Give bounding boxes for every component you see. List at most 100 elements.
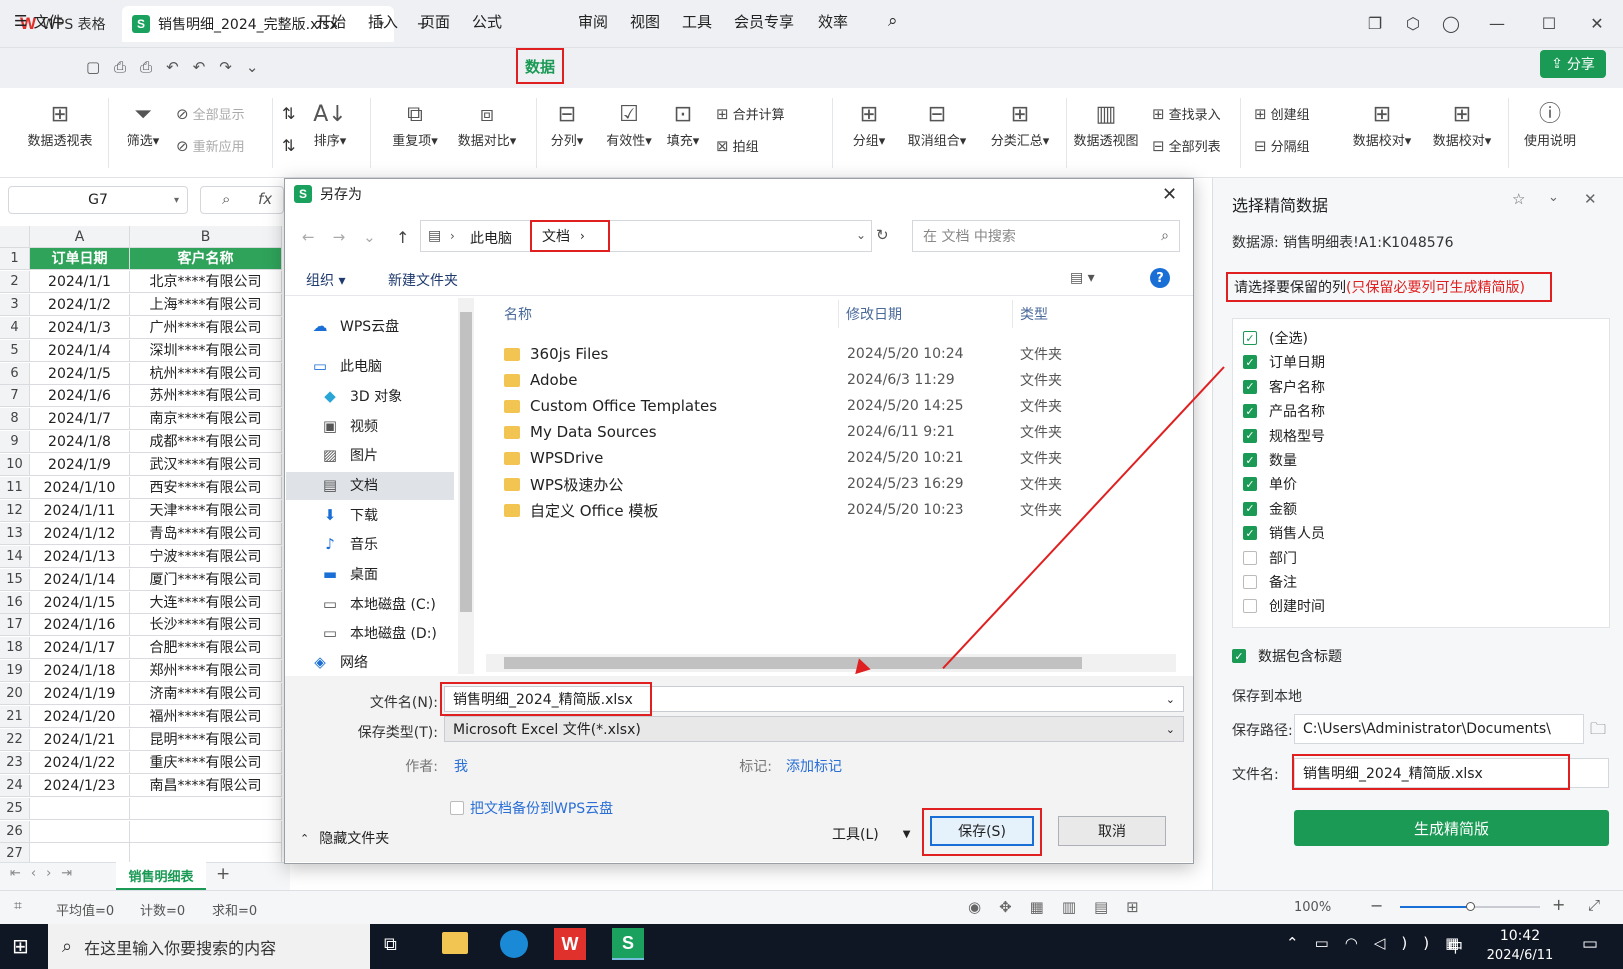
date-cell[interactable]: 2024/1/11: [30, 499, 130, 522]
new-folder-button[interactable]: 新建文件夹: [388, 270, 458, 290]
menu-insert[interactable]: 插入: [364, 8, 402, 34]
taskbar-search[interactable]: ⌕ 在这里输入你要搜索的内容: [48, 924, 370, 969]
row-header[interactable]: 7: [0, 385, 30, 408]
clock-date[interactable]: 2024/6/11: [1478, 948, 1562, 963]
customer-cell[interactable]: 成都****有限公司: [130, 431, 282, 454]
file-explorer-icon[interactable]: [442, 932, 468, 954]
wps-app-icon[interactable]: W: [554, 928, 586, 960]
date-cell[interactable]: 2024/1/21: [30, 728, 130, 751]
breadcrumb-this-pc[interactable]: 此电脑: [470, 228, 512, 248]
column-checkbox[interactable]: ✓ 金额: [1243, 497, 1297, 521]
folder-open-icon[interactable]: 🗀: [1590, 718, 1606, 745]
customer-cell[interactable]: 济南****有限公司: [130, 683, 282, 706]
customer-cell[interactable]: 北京****有限公司: [130, 270, 282, 293]
pivot-chart-button[interactable]: ▥ 数据透视图: [1070, 100, 1142, 149]
column-checkbox[interactable]: ✓ 订单日期: [1243, 350, 1325, 374]
tray-icons[interactable]: ⌃▭◠◁))▦: [1286, 934, 1475, 952]
nav-item[interactable]: ▤ 文档: [320, 471, 378, 499]
menu-tools[interactable]: 工具: [678, 8, 716, 34]
refresh-icon[interactable]: ↻: [876, 226, 889, 244]
row-header[interactable]: 11: [0, 477, 30, 499]
customer-cell[interactable]: 福州****有限公司: [130, 706, 282, 728]
ime-indicator[interactable]: 中: [1448, 936, 1463, 957]
date-cell[interactable]: 2024/1/13: [30, 545, 130, 568]
maximize-icon[interactable]: ☐: [1536, 10, 1562, 36]
date-cell[interactable]: 2024/1/5: [30, 362, 130, 385]
row-header[interactable]: 25: [0, 797, 30, 820]
menu-efficiency[interactable]: 效率: [814, 8, 852, 34]
search-icon[interactable]: ⌕: [884, 8, 902, 34]
split-group-button[interactable]: ⊟ 分隔组: [1254, 136, 1310, 156]
file-row[interactable]: WPSDrive 2024/5/20 10:21 文件夹: [504, 445, 1160, 471]
cube-icon[interactable]: ⬡: [1400, 10, 1426, 36]
dialog-close-icon[interactable]: ✕: [1162, 184, 1177, 205]
column-checkbox[interactable]: 备注: [1243, 570, 1297, 594]
row-header[interactable]: 18: [0, 637, 30, 660]
nav-back-forward-icons[interactable]: ←→⌄: [302, 228, 394, 246]
sort-button[interactable]: A↓ 排序▾: [306, 100, 354, 149]
dialog-search-input[interactable]: 在 文档 中搜索 ⌕: [912, 220, 1180, 252]
quick-access-icons[interactable]: ▢⎙⎙↶↶↷⌄: [86, 58, 272, 76]
column-checkbox[interactable]: ✓ (全选): [1243, 326, 1308, 350]
file-row[interactable]: Custom Office Templates 2024/5/20 14:25 文件…: [504, 393, 1160, 419]
pin-icon[interactable]: ☆: [1512, 190, 1525, 208]
notification-icon[interactable]: ▭: [1582, 934, 1598, 954]
row-header[interactable]: 17: [0, 614, 30, 637]
tools-dropdown[interactable]: 工具(L) ▼: [832, 824, 910, 844]
customer-cell[interactable]: 郑州****有限公司: [130, 660, 282, 683]
hide-folders-toggle[interactable]: ⌃ 隐藏文件夹: [300, 828, 389, 848]
nav-item[interactable]: ▣ 视频: [320, 412, 378, 440]
customer-cell[interactable]: 重庆****有限公司: [130, 751, 282, 774]
windows-start-icon[interactable]: ⊞: [12, 934, 29, 958]
minimize-icon[interactable]: —: [1484, 10, 1510, 36]
row-header[interactable]: 15: [0, 568, 30, 591]
row-header[interactable]: 2: [0, 270, 30, 293]
sheet-tab-sales[interactable]: 销售明细表: [116, 862, 206, 890]
wps-sheet-app-icon[interactable]: S: [612, 928, 644, 960]
show-all-button[interactable]: ⊘ 全部显示: [176, 104, 245, 124]
merge-calc-button[interactable]: ⊞ 合并计算: [716, 104, 785, 124]
date-cell[interactable]: 2024/1/9: [30, 454, 130, 477]
column-checkbox[interactable]: ✓ 客户名称: [1243, 375, 1325, 399]
column-checkbox[interactable]: ✓ 销售人员: [1243, 521, 1325, 545]
date-cell[interactable]: 2024/1/12: [30, 522, 130, 545]
generate-slim-button[interactable]: 生成精简版: [1294, 810, 1609, 846]
date-cell[interactable]: 2024/1/18: [30, 660, 130, 683]
empty-cell[interactable]: [130, 820, 282, 843]
menu-view[interactable]: 视图: [626, 8, 664, 34]
col-name-header[interactable]: 名称: [504, 304, 532, 324]
column-checkbox[interactable]: 创建时间: [1243, 594, 1325, 618]
cancel-button[interactable]: 取消: [1058, 816, 1166, 846]
author-value[interactable]: 我: [454, 756, 468, 776]
row-header[interactable]: 20: [0, 683, 30, 706]
customer-cell[interactable]: 南京****有限公司: [130, 408, 282, 431]
date-cell[interactable]: 2024/1/22: [30, 751, 130, 774]
column-checkbox[interactable]: 部门: [1243, 546, 1297, 570]
view-options-icon[interactable]: ▤ ▾: [1070, 270, 1095, 286]
date-cell[interactable]: 2024/1/4: [30, 339, 130, 362]
date-cell[interactable]: 2024/1/8: [30, 431, 130, 454]
date-cell[interactable]: 2024/1/6: [30, 385, 130, 408]
add-tag-link[interactable]: 添加标记: [786, 756, 842, 776]
nav-item[interactable]: ▨ 图片: [320, 441, 378, 469]
zoom-slider-handle[interactable]: [1466, 902, 1475, 911]
customer-cell[interactable]: 杭州****有限公司: [130, 362, 282, 385]
header-cell[interactable]: 订单日期: [30, 248, 130, 270]
date-cell[interactable]: 2024/1/7: [30, 408, 130, 431]
file-row[interactable]: 360js Files 2024/5/20 10:24 文件夹: [504, 341, 1160, 367]
zoom-search-icon[interactable]: ⌕: [222, 190, 230, 208]
customer-cell[interactable]: 上海****有限公司: [130, 293, 282, 316]
split-column-button[interactable]: ⊟ 分列▾: [544, 100, 590, 149]
sheet-nav-arrows[interactable]: ⇤‹›⇥: [10, 866, 82, 881]
customer-cell[interactable]: 广州****有限公司: [130, 316, 282, 339]
empty-cell[interactable]: [30, 797, 130, 820]
date-cell[interactable]: 2024/1/23: [30, 774, 130, 797]
nav-item[interactable]: ▭ 本地磁盘 (C:): [320, 590, 436, 618]
fullscreen-icon[interactable]: ⤢: [1588, 896, 1600, 914]
nav-item[interactable]: ◈ 网络: [310, 648, 368, 676]
help-button[interactable]: ⓘ 使用说明: [1516, 100, 1584, 149]
row-header[interactable]: 1: [0, 248, 30, 270]
customer-cell[interactable]: 青岛****有限公司: [130, 522, 282, 545]
file-row[interactable]: Adobe 2024/6/3 11:29 文件夹: [504, 367, 1160, 393]
nav-pane-scroll-thumb[interactable]: [460, 312, 472, 612]
